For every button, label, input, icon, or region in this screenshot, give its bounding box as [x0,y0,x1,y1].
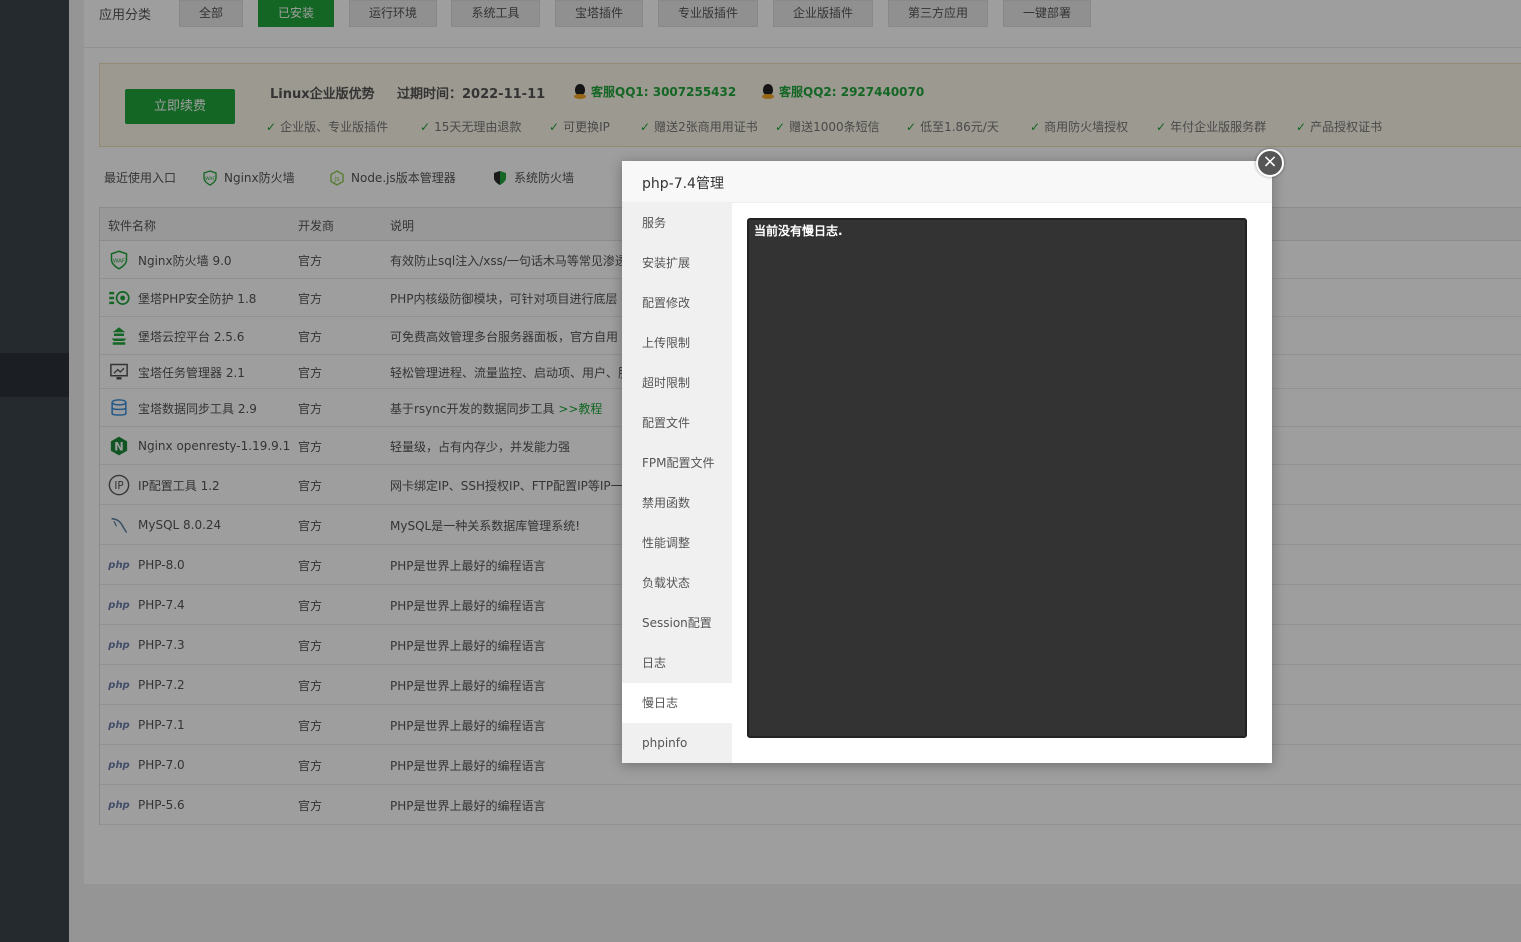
dialog-nav-item[interactable]: 服务 [622,203,732,243]
close-icon[interactable]: × [1256,149,1284,177]
dialog-title: php-7.4管理 [642,176,724,192]
dialog-nav-item[interactable]: 配置修改 [622,283,732,323]
dialog-nav-item[interactable]: Session配置 [622,603,732,643]
dialog-nav-item[interactable]: 配置文件 [622,403,732,443]
dialog-nav-item[interactable]: 日志 [622,643,732,683]
app-window: 应用分类 全部 已安装 运行环境 系统工具 宝塔插件 专业版插件 企业版插件 第… [0,0,1521,942]
dialog-nav-item[interactable]: 性能调整 [622,523,732,563]
dialog-nav-item[interactable]: FPM配置文件 [622,443,732,483]
dialog-nav-item[interactable]: phpinfo [622,723,732,763]
php-manage-dialog: php-7.4管理 × 服务 安装扩展 配置修改 上传限制 超时限制 配置文件 FPM配置文… [622,149,1284,763]
dialog-nav: 服务 安装扩展 配置修改 上传限制 超时限制 配置文件 FPM配置文件 禁用函数 性能调整 负载状… [622,203,732,763]
dialog-nav-item[interactable]: 安装扩展 [622,243,732,283]
dialog-nav-item[interactable]: 负载状态 [622,563,732,603]
dialog-nav-item[interactable]: 慢日志 [622,683,732,723]
slow-log-output[interactable]: 当前没有慢日志. [747,218,1247,738]
dialog-nav-item[interactable]: 超时限制 [622,363,732,403]
dialog-nav-item[interactable]: 禁用函数 [622,483,732,523]
dialog-nav-item[interactable]: 上传限制 [622,323,732,363]
slow-log-text: 当前没有慢日志. [754,224,843,238]
dialog-header: php-7.4管理 [622,161,1272,203]
